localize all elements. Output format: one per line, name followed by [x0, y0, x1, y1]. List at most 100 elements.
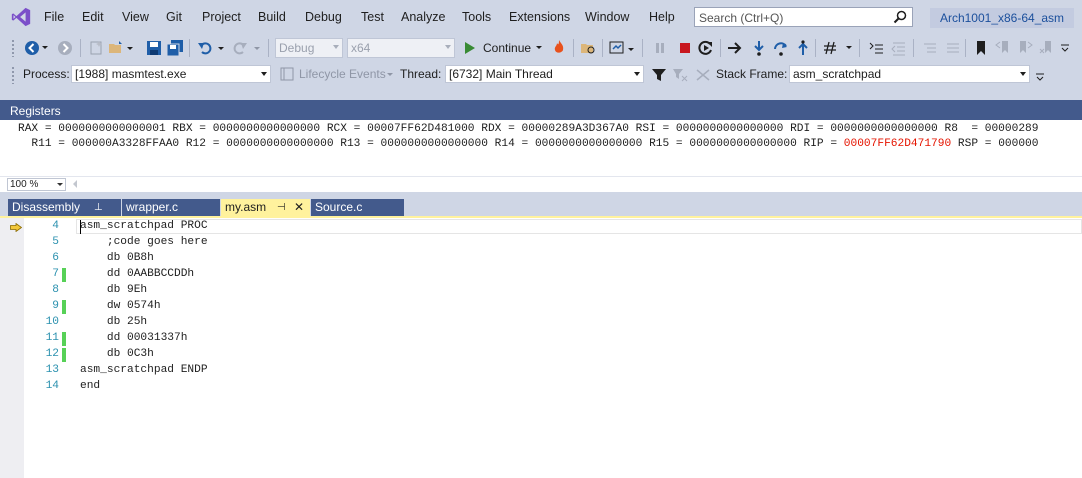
tab-source-c[interactable]: Source.c: [311, 199, 404, 217]
code-editor[interactable]: 4 asm_scratchpad PROC 5 ;code goes here …: [0, 218, 1082, 478]
navigate-forward-icon[interactable]: [57, 40, 73, 56]
clear-filter-icon[interactable]: [672, 67, 688, 83]
next-bookmark-icon[interactable]: [1017, 40, 1033, 56]
zoom-combo[interactable]: 100 %: [7, 178, 66, 191]
process-combo[interactable]: [1988] masmtest.exe: [71, 65, 271, 83]
break-all-icon[interactable]: [652, 40, 668, 56]
clear-bookmarks-icon[interactable]: [1039, 40, 1055, 56]
chevron-down-icon[interactable]: [217, 40, 225, 56]
chevron-down-icon[interactable]: [535, 45, 543, 51]
chevron-down-icon[interactable]: [386, 72, 394, 78]
registers-line-1: RAX = 0000000000000001 RBX = 00000000000…: [18, 123, 1039, 135]
registers-window-header[interactable]: Registers: [0, 100, 1082, 120]
application-insights-icon[interactable]: [609, 40, 625, 56]
save-all-icon[interactable]: [167, 40, 183, 56]
navigate-back-icon[interactable]: [24, 40, 40, 56]
code-line: 11 dd 00031337h: [0, 331, 1082, 347]
tab-wrapper-c[interactable]: wrapper.c: [122, 199, 220, 217]
chevron-down-icon[interactable]: [845, 45, 853, 51]
menu-debug[interactable]: Debug: [305, 10, 342, 24]
tab-my-asm[interactable]: my.asm ⊣ ✕: [221, 199, 310, 217]
uncomment-lines-icon[interactable]: [945, 40, 961, 56]
toolbar-overflow-icon[interactable]: [1035, 72, 1045, 82]
undo-icon[interactable]: [197, 40, 213, 56]
redo-icon[interactable]: [232, 40, 248, 56]
chevron-down-icon[interactable]: [627, 41, 635, 57]
code-text: db 25h: [80, 316, 148, 328]
step-over-icon[interactable]: [773, 40, 789, 56]
previous-bookmark-icon[interactable]: [995, 40, 1011, 56]
toggle-breakpoint-list-icon[interactable]: [868, 40, 884, 56]
registers-content[interactable]: RAX = 0000000000000001 RBX = 00000000000…: [0, 120, 1082, 176]
step-out-icon[interactable]: [795, 40, 811, 56]
menu-tools[interactable]: Tools: [462, 10, 491, 24]
restart-icon[interactable]: [698, 40, 714, 56]
search-box[interactable]: Search (Ctrl+Q): [694, 7, 913, 27]
chevron-down-icon[interactable]: [41, 41, 49, 53]
menu-analyze[interactable]: Analyze: [401, 10, 445, 24]
current-statement-arrow-icon: [10, 223, 22, 232]
bookmark-icon[interactable]: [973, 40, 989, 56]
separator: [720, 39, 721, 57]
line-number: 7: [52, 268, 59, 280]
toolbar-grip[interactable]: [11, 39, 15, 57]
visual-studio-logo-icon[interactable]: [10, 6, 32, 28]
code-text: db 0B8h: [80, 252, 154, 264]
toolbar-overflow-icon[interactable]: [1060, 43, 1070, 53]
line-number: 6: [52, 252, 59, 264]
lifecycle-events-icon[interactable]: [280, 67, 294, 81]
continue-button[interactable]: Continue: [483, 41, 531, 55]
thread-label: Thread:: [400, 67, 442, 81]
tab-disassembly[interactable]: Disassembly ⊥: [8, 199, 121, 217]
flag-threads-icon[interactable]: [695, 67, 711, 83]
menu-git[interactable]: Git: [166, 10, 182, 24]
chevron-down-icon[interactable]: [253, 40, 261, 56]
show-next-statement-icon[interactable]: [727, 40, 743, 56]
pin-icon[interactable]: ⊣: [277, 199, 286, 216]
solution-configuration-combo[interactable]: Debug: [275, 38, 343, 58]
save-icon[interactable]: [146, 40, 162, 56]
pin-icon[interactable]: ⊥: [94, 199, 103, 216]
chevron-down-icon[interactable]: [126, 40, 134, 56]
menu-file[interactable]: File: [44, 10, 64, 24]
line-number: 5: [52, 236, 59, 248]
code-text: db 9Eh: [80, 284, 148, 296]
thread-combo[interactable]: [6732] Main Thread: [445, 65, 644, 83]
separator: [80, 39, 81, 57]
stack-frame-combo[interactable]: asm_scratchpad: [789, 65, 1030, 83]
menu-extensions[interactable]: Extensions: [509, 10, 570, 24]
separator: [642, 39, 643, 57]
solution-name[interactable]: Arch1001_x86-64_asm: [930, 8, 1074, 28]
separator: [602, 39, 603, 57]
code-text: ;code goes here: [80, 236, 208, 248]
process-explorer-icon[interactable]: [580, 40, 596, 56]
menu-project[interactable]: Project: [202, 10, 241, 24]
change-marker: [62, 332, 66, 346]
menu-test[interactable]: Test: [361, 10, 384, 24]
tab-label: Disassembly: [12, 200, 81, 214]
hex-display-icon[interactable]: [822, 40, 838, 56]
new-project-icon[interactable]: [88, 40, 104, 56]
menu-help[interactable]: Help: [649, 10, 675, 24]
scroll-left-icon[interactable]: [72, 180, 78, 188]
open-file-icon[interactable]: [108, 40, 124, 56]
outdent-icon[interactable]: [891, 40, 907, 56]
platform-value: x64: [351, 41, 371, 55]
line-number: 9: [52, 300, 59, 312]
menu-edit[interactable]: Edit: [82, 10, 104, 24]
menu-build[interactable]: Build: [258, 10, 286, 24]
code-line: 9 dw 0574h: [0, 299, 1082, 315]
filter-icon[interactable]: [651, 67, 667, 83]
stop-debugging-icon[interactable]: [677, 40, 693, 56]
solution-platform-combo[interactable]: x64: [347, 38, 455, 58]
hot-reload-icon[interactable]: [551, 39, 567, 55]
menu-view[interactable]: View: [122, 10, 149, 24]
close-icon[interactable]: ✕: [294, 199, 304, 216]
toolbar-grip[interactable]: [11, 66, 15, 84]
play-icon[interactable]: [464, 41, 476, 55]
lifecycle-events-button[interactable]: Lifecycle Events: [299, 67, 386, 81]
comment-lines-icon[interactable]: [922, 40, 938, 56]
step-into-icon[interactable]: [751, 40, 767, 56]
menu-window[interactable]: Window: [585, 10, 629, 24]
tab-label: my.asm: [225, 200, 267, 214]
